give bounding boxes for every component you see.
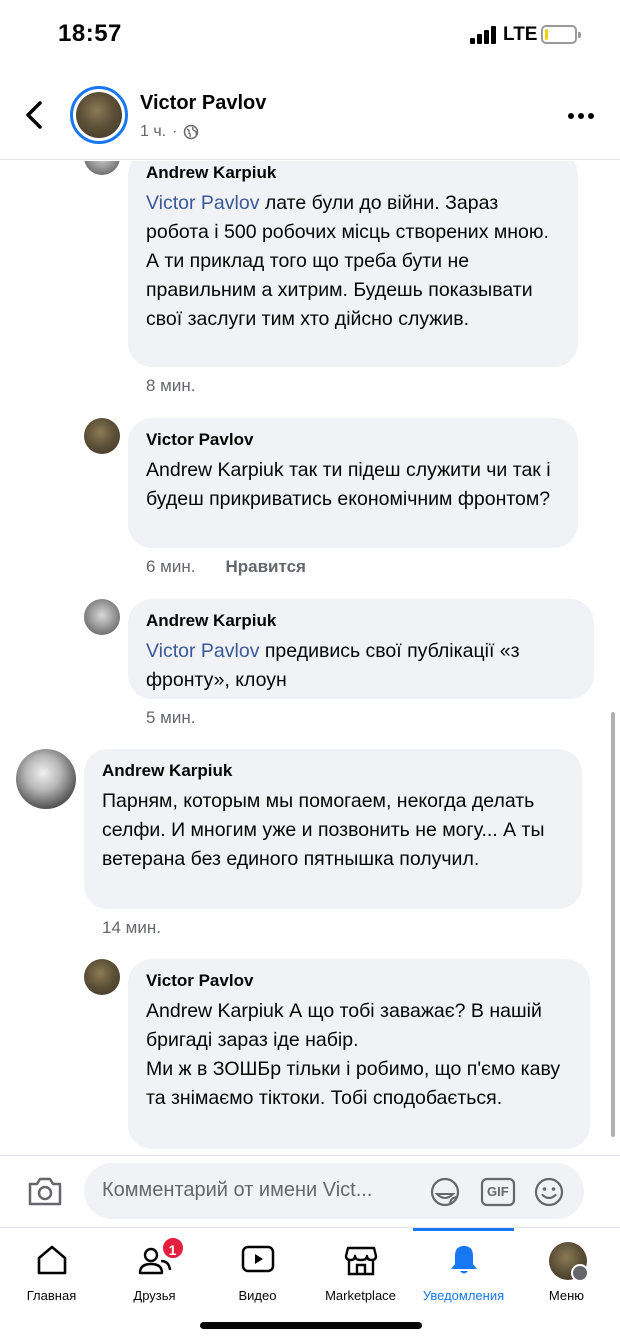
- post-meta: 1 ч. ·: [140, 123, 199, 141]
- comment-meta: 5 мин.: [146, 708, 195, 728]
- scrollbar[interactable]: [611, 712, 615, 1137]
- comment-author[interactable]: Andrew Karpiuk: [102, 761, 564, 781]
- comment-meta: 8 мин.: [146, 376, 195, 396]
- comment-bubble[interactable]: Victor Pavlov Andrew Karpiuk А що тобі з…: [128, 959, 590, 1149]
- battery-icon: [541, 25, 581, 44]
- post-header: Victor Pavlov 1 ч. ·: [0, 70, 620, 160]
- comment-bubble[interactable]: Andrew Karpiuk Victor Pavlov лате були д…: [128, 161, 578, 367]
- comment-input-placeholder: Комментарий от имени Vict...: [102, 1179, 373, 1201]
- marketplace-icon: [344, 1246, 377, 1276]
- commenter-avatar[interactable]: [84, 599, 120, 635]
- comment-time[interactable]: 5 мин.: [146, 708, 195, 728]
- comment-time[interactable]: 8 мин.: [146, 376, 195, 396]
- comment-bubble[interactable]: Victor Pavlov Andrew Karpiuk так ти піде…: [128, 418, 578, 548]
- tab-label: Уведомления: [422, 1288, 505, 1303]
- mention-link[interactable]: Victor Pavlov: [146, 192, 259, 214]
- network-type: LTE: [503, 24, 538, 45]
- comment-author[interactable]: Andrew Karpiuk: [146, 163, 560, 183]
- tab-home[interactable]: Главная: [0, 1228, 103, 1318]
- more-button[interactable]: [568, 110, 602, 122]
- comment-text: Andrew Karpiuk А що тобі заважає? В наші…: [146, 1000, 561, 1109]
- comments-list: Andrew Karpiuk Victor Pavlov лате були д…: [0, 161, 620, 1155]
- home-indicator: [200, 1322, 422, 1329]
- comment-text: Парням, которым мы помогаем, некогда дел…: [102, 790, 545, 870]
- comment-text: Andrew Karpiuk так ти підеш служити чи т…: [146, 459, 551, 510]
- gear-icon: [570, 1264, 589, 1282]
- comment-time[interactable]: 6 мин.: [146, 557, 195, 577]
- commenter-avatar[interactable]: [16, 749, 76, 809]
- tab-label: Друзья: [133, 1288, 176, 1303]
- comment-text: Victor Pavlov предивись свої публікації …: [146, 640, 520, 691]
- tab-label: Видео: [238, 1288, 277, 1303]
- post-time[interactable]: 1 ч.: [140, 123, 166, 141]
- chevron-left-icon: [26, 101, 42, 129]
- video-icon: [241, 1245, 274, 1273]
- comment-meta: 14 мин.: [102, 918, 161, 938]
- emoji-icon[interactable]: [532, 1175, 566, 1209]
- commenter-avatar[interactable]: [84, 959, 120, 995]
- post-author-name[interactable]: Victor Pavlov: [140, 92, 266, 115]
- globe-icon: [184, 124, 199, 140]
- commenter-avatar[interactable]: [84, 418, 120, 454]
- author-avatar[interactable]: [70, 86, 128, 144]
- bell-icon: [450, 1246, 477, 1274]
- comment-input[interactable]: Комментарий от имени Vict... GIF: [84, 1163, 584, 1219]
- notification-badge: 1: [160, 1236, 185, 1260]
- tab-label: Главная: [26, 1288, 77, 1303]
- gif-label: GIF: [487, 1184, 509, 1199]
- commenter-avatar[interactable]: [84, 161, 120, 175]
- like-button[interactable]: Нравится: [225, 557, 306, 577]
- sticker-icon[interactable]: [428, 1175, 462, 1209]
- tab-friends[interactable]: 1 Друзья: [103, 1228, 206, 1318]
- home-icon: [37, 1245, 66, 1275]
- meta-separator: ·: [172, 123, 178, 140]
- mention-link[interactable]: Victor Pavlov: [146, 640, 259, 662]
- comment-author[interactable]: Victor Pavlov: [146, 430, 560, 450]
- tab-marketplace[interactable]: Marketplace: [309, 1228, 412, 1318]
- comment-text: Victor Pavlov лате були до війни. Зараз …: [146, 192, 549, 330]
- comment-bubble[interactable]: Andrew Karpiuk Парням, которым мы помога…: [84, 749, 582, 909]
- status-bar: 18:57 LTE: [0, 0, 620, 70]
- comment-author[interactable]: Victor Pavlov: [146, 971, 572, 991]
- comment-author[interactable]: Andrew Karpiuk: [146, 611, 576, 631]
- status-time: 18:57: [58, 20, 122, 47]
- signal-icon: [470, 26, 500, 44]
- tab-menu[interactable]: Меню: [515, 1228, 618, 1318]
- tab-label: Меню: [548, 1288, 585, 1303]
- comment-composer: Комментарий от имени Vict... GIF: [0, 1155, 620, 1227]
- comment-meta: 6 мин. Нравится: [146, 557, 306, 577]
- comment-bubble[interactable]: Andrew Karpiuk Victor Pavlov предивись с…: [128, 599, 594, 699]
- tab-notifications[interactable]: Уведомления: [412, 1228, 515, 1318]
- tab-video[interactable]: Видео: [206, 1228, 309, 1318]
- comment-time[interactable]: 14 мин.: [102, 918, 161, 938]
- back-button[interactable]: [20, 98, 50, 132]
- tab-label: Marketplace: [325, 1288, 396, 1303]
- camera-icon[interactable]: [26, 1174, 64, 1208]
- gif-button[interactable]: GIF: [480, 1177, 516, 1207]
